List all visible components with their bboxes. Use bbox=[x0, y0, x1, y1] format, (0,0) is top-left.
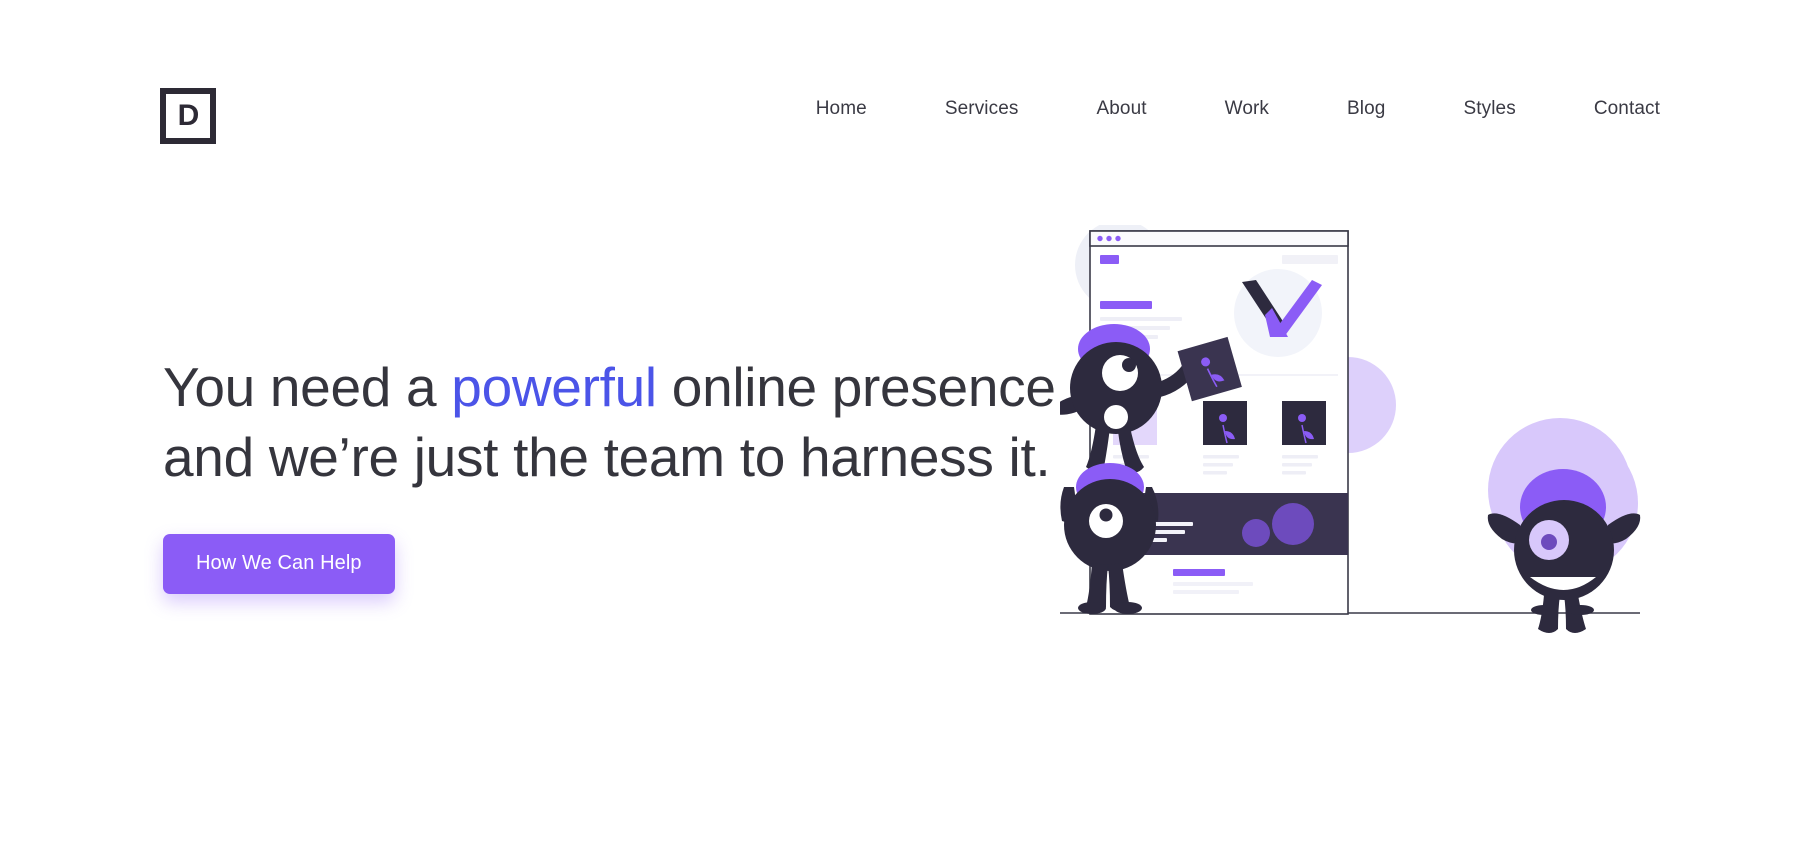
mock-footer-line-2 bbox=[1173, 590, 1239, 594]
mock-nav-placeholder bbox=[1282, 255, 1338, 264]
nav-item-contact[interactable]: Contact bbox=[1594, 98, 1660, 120]
mock-footer-line-1 bbox=[1173, 582, 1253, 586]
page-title: You need a powerful online presence and … bbox=[163, 352, 1056, 492]
mock-card-2-plant-dot bbox=[1219, 414, 1227, 422]
mock-card-2-line-2 bbox=[1203, 463, 1233, 467]
browser-dot-1 bbox=[1097, 235, 1103, 242]
character-1-eye-pupil bbox=[1122, 358, 1136, 372]
headline-text-b: online presence bbox=[656, 356, 1056, 418]
nav-item-services[interactable]: Services bbox=[945, 98, 1019, 120]
hero-illustration bbox=[1060, 225, 1760, 710]
site-header: D Home Services About Work Blog Styles C… bbox=[0, 0, 1800, 200]
mock-card-3-line-1 bbox=[1282, 455, 1318, 459]
how-we-can-help-button[interactable]: How We Can Help bbox=[163, 534, 395, 594]
nav-item-home[interactable]: Home bbox=[816, 98, 867, 120]
browser-dot-2 bbox=[1106, 235, 1112, 242]
headline-line-1: You need a powerful online presence bbox=[163, 356, 1056, 418]
landing-page: D Home Services About Work Blog Styles C… bbox=[0, 0, 1800, 844]
character-2-foot-right bbox=[1114, 602, 1142, 614]
character-2-foot-left bbox=[1078, 602, 1106, 614]
mock-card-3-thumb bbox=[1282, 401, 1326, 445]
browser-dot-3 bbox=[1115, 235, 1121, 242]
character-1-mouth bbox=[1104, 405, 1128, 429]
main-navigation: Home Services About Work Blog Styles Con… bbox=[816, 98, 1660, 120]
character-3-foot-left bbox=[1531, 605, 1557, 615]
character-3-eye-pupil bbox=[1541, 534, 1557, 550]
browser-titlebar bbox=[1089, 230, 1349, 247]
mock-card-3-line-2 bbox=[1282, 463, 1312, 467]
mock-footer-heading bbox=[1173, 569, 1225, 576]
nav-item-about[interactable]: About bbox=[1096, 98, 1146, 120]
hero-content: You need a powerful online presence and … bbox=[163, 352, 1056, 594]
headline-accent-word: powerful bbox=[451, 356, 657, 418]
character-3-foot-right bbox=[1568, 605, 1594, 615]
logo[interactable]: D bbox=[160, 88, 216, 144]
mock-logo bbox=[1100, 255, 1119, 264]
nav-item-blog[interactable]: Blog bbox=[1347, 98, 1385, 120]
mock-card-2-line-1 bbox=[1203, 455, 1239, 459]
logo-letter: D bbox=[177, 99, 200, 132]
nav-item-styles[interactable]: Styles bbox=[1463, 98, 1515, 120]
headline-text-a: You need a bbox=[163, 356, 452, 418]
character-smiling bbox=[1487, 431, 1641, 633]
mock-band-circle-small bbox=[1242, 519, 1270, 547]
headline-line-2: and we’re just the team to harness it. bbox=[163, 426, 1051, 488]
mock-card-2-thumb bbox=[1203, 401, 1247, 445]
mock-card-3-line-3 bbox=[1282, 471, 1306, 475]
nav-item-work[interactable]: Work bbox=[1225, 98, 1269, 120]
illustration-svg bbox=[1060, 225, 1641, 633]
mock-heading-bar bbox=[1100, 301, 1152, 309]
mock-card-2-line-3 bbox=[1203, 471, 1227, 475]
checkmark-graphic bbox=[1234, 269, 1322, 357]
mock-band-circle-large bbox=[1272, 503, 1314, 545]
mock-card-3-plant-dot bbox=[1298, 414, 1306, 422]
mock-text-line-1 bbox=[1100, 317, 1182, 321]
character-2-eye-pupil bbox=[1099, 508, 1113, 522]
